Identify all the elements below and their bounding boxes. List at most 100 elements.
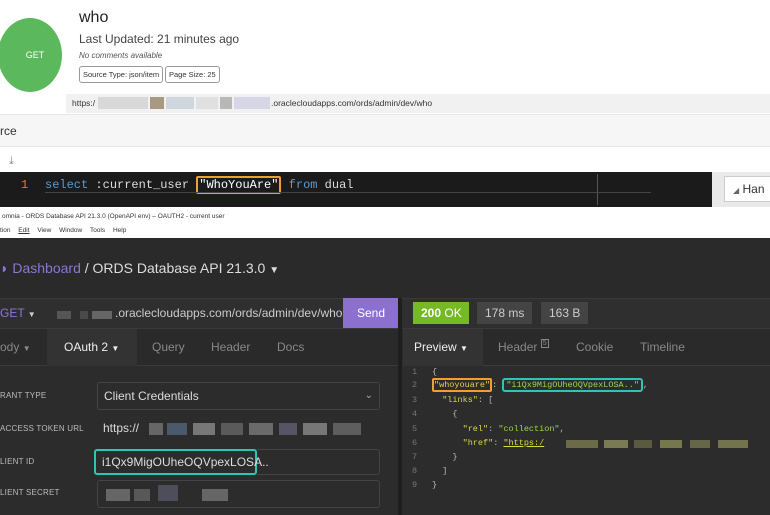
sql-bind-var: :current_user	[88, 178, 197, 192]
json-line: 4 {	[412, 409, 458, 419]
json-value-whoyouare: "i1Qx9MigOUheOQVpexLOSA.."	[502, 378, 643, 392]
request-url-input[interactable]: .oraclecloudapps.com/ords/admin/dev/who	[115, 306, 342, 320]
url-prefix: https:/	[72, 98, 96, 108]
menu-item-tools[interactable]: Tools	[90, 227, 105, 234]
last-updated: Last Updated: 21 minutes ago	[79, 32, 240, 46]
tab-preview-label: Preview	[414, 340, 457, 354]
menu-item-window[interactable]: Window	[59, 227, 82, 234]
sql-keyword: from	[281, 178, 318, 192]
json-line: 9}	[412, 480, 438, 490]
redacted-block	[333, 423, 361, 435]
tab-response-header[interactable]: Header 5	[498, 339, 549, 354]
dashboard-link[interactable]: Dashboard	[12, 260, 81, 276]
json-key-href: "href"	[462, 438, 494, 448]
redacted-block	[92, 311, 112, 319]
redacted-block	[660, 440, 682, 448]
redacted-block	[234, 97, 270, 109]
json-line: 7 }	[412, 452, 458, 462]
client-id-field-rest	[257, 449, 380, 475]
json-key-links: "links"	[442, 395, 478, 405]
json-line: 1{	[412, 367, 438, 377]
workspace-name[interactable]: ORDS Database API 21.3.0	[93, 260, 266, 276]
client-secret-label: LIENT SECRET	[0, 488, 60, 497]
endpoint-title: who	[79, 9, 109, 26]
menu-item-view[interactable]: View	[37, 227, 51, 234]
method-dropdown[interactable]: GET ▼	[0, 306, 36, 320]
json-line: 6 "href": "https:/	[412, 438, 545, 448]
redacted-block	[167, 423, 187, 435]
grant-type-value: Client Credentials	[104, 389, 199, 403]
json-line: 2 "whoyouare": "i1Qx9MigOUheOQVpexLOSA.."…	[412, 378, 649, 392]
line-number: 6	[412, 438, 418, 448]
menu-item-application[interactable]: tion	[0, 227, 10, 234]
tab-timeline[interactable]: Timeline	[640, 340, 685, 354]
line-number: 4	[412, 409, 418, 419]
menu-item-edit[interactable]: Edit	[18, 227, 29, 234]
send-button[interactable]: Send	[343, 298, 399, 328]
redacted-block	[566, 440, 598, 448]
chevron-down-icon: ▼	[111, 344, 120, 353]
tab-body[interactable]: ody ▼	[0, 340, 31, 354]
token-url-input[interactable]: https://	[97, 415, 380, 443]
redacted-block	[220, 97, 232, 109]
token-url-label: ACCESS TOKEN URL	[0, 424, 84, 433]
tab-cookie[interactable]: Cookie	[576, 340, 613, 354]
sql-keyword: select	[45, 178, 89, 192]
comments-text: No comments available	[79, 51, 163, 60]
redacted-block	[303, 423, 327, 435]
menu-item-help[interactable]: Help	[113, 227, 126, 234]
breadcrumb: ◗ Dashboard / ORDS Database API 21.3.0 ▼	[0, 260, 279, 276]
download-icon[interactable]: ⤓	[9, 155, 14, 168]
response-size: 163 B	[541, 302, 589, 324]
url-suffix: .oraclecloudapps.com/ords/admin/dev/who	[271, 98, 433, 108]
code-line-number: 1	[21, 178, 29, 192]
sql-code-line[interactable]: select :current_user "WhoYouAre" from du…	[45, 176, 354, 194]
line-number: 1	[412, 367, 418, 377]
client-id-input[interactable]: i1Qx9MigOUheOQVpexLOSA..	[94, 449, 269, 475]
method-label: GET	[0, 306, 25, 320]
line-number: 2	[412, 380, 418, 390]
source-section-header: rce	[0, 114, 770, 147]
tab-oauth2-label: OAuth 2	[64, 340, 109, 354]
redacted-block	[634, 440, 652, 448]
chevron-down-icon: ⌄	[364, 390, 373, 401]
grant-type-select[interactable]: Client Credentials ⌄	[97, 382, 380, 410]
editor-underline	[45, 192, 651, 193]
tab-oauth2[interactable]: OAuth 2 ▼	[64, 340, 119, 354]
tab-header[interactable]: Header	[211, 340, 250, 354]
tab-query[interactable]: Query	[152, 340, 185, 354]
line-number: 9	[412, 480, 418, 490]
tab-preview[interactable]: Preview ▼	[414, 340, 468, 354]
source-section-label: rce	[0, 124, 17, 138]
status-code: 200	[421, 306, 442, 320]
page-size-badge: Page Size: 25	[165, 66, 220, 83]
chevron-down-icon: ▼	[460, 344, 468, 353]
endpoint-url-bar[interactable]: https:/ .oraclecloudapps.com/ords/admin/…	[66, 94, 770, 113]
line-number: 7	[412, 452, 418, 462]
json-value-href[interactable]: "https:/	[503, 438, 544, 448]
json-line: 3 "links": [	[412, 395, 494, 405]
breadcrumb-separator: /	[80, 260, 93, 276]
redacted-block	[202, 489, 228, 501]
side-toggle-button[interactable]: ◢ Han	[724, 176, 770, 202]
redacted-block	[196, 97, 218, 109]
redacted-block	[249, 423, 273, 435]
response-time: 178 ms	[477, 302, 533, 324]
redacted-block	[150, 97, 164, 109]
source-type-badge: Source Type: json/item	[79, 66, 164, 83]
redacted-block	[221, 423, 243, 435]
method-badge: GET	[0, 18, 62, 92]
chevron-down-icon[interactable]: ▼	[269, 265, 279, 276]
menu-bar: tion Edit View Window Tools Help	[0, 223, 770, 238]
redacted-block	[166, 97, 194, 109]
redacted-block	[106, 489, 130, 501]
redacted-block	[279, 423, 297, 435]
method-badge-label: GET	[25, 50, 45, 60]
status-badge: 200 OK	[413, 302, 469, 324]
client-secret-input[interactable]	[97, 480, 380, 508]
status-text: OK	[444, 306, 462, 320]
redacted-block	[57, 311, 71, 319]
tab-docs[interactable]: Docs	[277, 340, 304, 354]
dashboard-icon: ◗	[0, 260, 9, 276]
redacted-block	[193, 423, 215, 435]
